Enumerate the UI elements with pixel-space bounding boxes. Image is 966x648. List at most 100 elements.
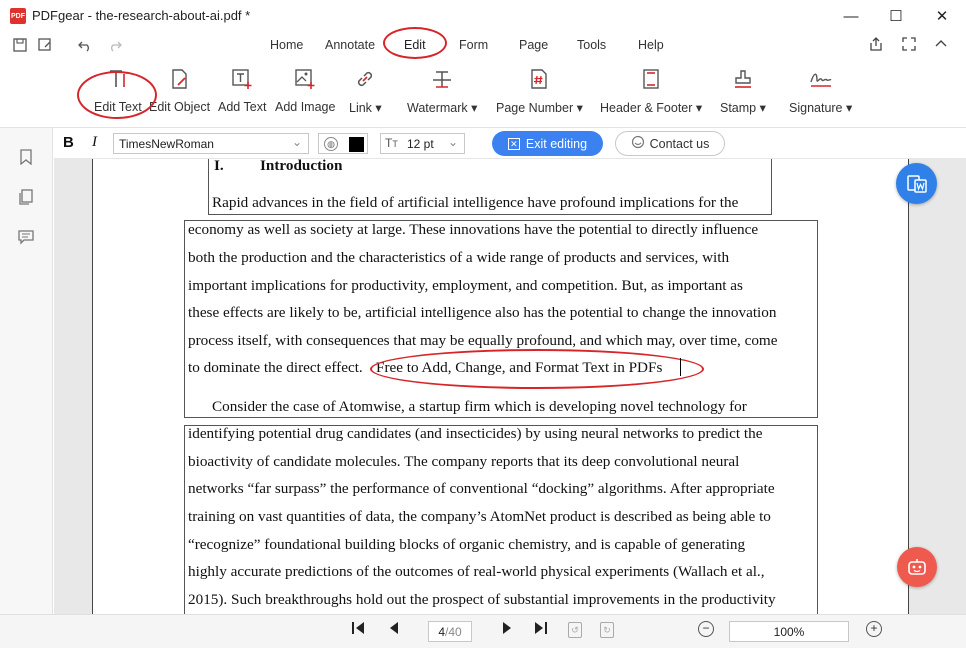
chevron-down-icon: ⌄	[447, 135, 458, 149]
zoom-in-button[interactable]: +	[866, 621, 882, 637]
next-page-icon	[503, 622, 511, 634]
signature-icon	[809, 66, 833, 92]
chevron-down-icon: ⌄	[291, 135, 302, 149]
signature-label: Signature ▾	[789, 101, 853, 115]
tab-tools[interactable]: Tools	[577, 38, 606, 52]
fullscreen-icon[interactable]	[902, 37, 916, 54]
window-title: PDFgear - the-research-about-ai.pdf *	[32, 8, 251, 23]
undo-icon[interactable]	[77, 37, 93, 53]
previous-page-button[interactable]	[387, 620, 401, 641]
first-page-button[interactable]	[350, 620, 366, 641]
inserted-text-highlight-circle	[370, 349, 704, 389]
convert-word-icon	[906, 174, 927, 193]
stamp-button[interactable]: Stamp ▾	[720, 66, 766, 115]
header-footer-button[interactable]: Header & Footer ▾	[600, 66, 702, 115]
comments-icon[interactable]	[17, 228, 35, 246]
header-footer-icon	[639, 66, 663, 92]
text-color-swatch	[349, 137, 364, 152]
edit-object-label: Edit Object	[149, 100, 211, 114]
save-icon[interactable]	[12, 37, 28, 53]
add-text-button[interactable]: Add Text	[218, 66, 266, 114]
redo-icon[interactable]	[107, 37, 123, 53]
next-page-button[interactable]	[500, 620, 514, 641]
paragraph-line: training on vast quantities of data, the…	[188, 508, 771, 525]
page-number-icon	[527, 66, 551, 92]
tab-annotate[interactable]: Annotate	[325, 38, 375, 52]
edit-object-button[interactable]: Edit Object	[149, 66, 210, 114]
heading-title: Introduction	[260, 159, 343, 174]
convert-to-word-button[interactable]	[896, 163, 937, 204]
paragraph-line: highly accurate predictions of the outco…	[188, 563, 765, 580]
contact-us-label: Contact us	[649, 136, 710, 151]
ai-assistant-button[interactable]	[897, 547, 937, 587]
paragraph-line: bioactivity of candidate molecules. The …	[188, 453, 740, 470]
close-button[interactable]: ✕	[919, 0, 965, 32]
add-image-icon	[293, 66, 317, 92]
font-family-select[interactable]: TimesNewRoman ⌄	[113, 133, 309, 154]
watermark-button[interactable]: Watermark ▾	[407, 66, 477, 115]
font-family-value: TimesNewRoman	[119, 137, 214, 151]
minimize-button[interactable]: —	[828, 0, 874, 32]
current-page: 4	[438, 624, 445, 639]
exit-editing-label: Exit editing	[525, 136, 588, 151]
tab-page[interactable]: Page	[519, 38, 548, 52]
contact-us-button[interactable]: Contact us	[615, 131, 725, 156]
paragraph-line: networks “far surpass” the performance o…	[188, 480, 775, 497]
text-color-picker[interactable]: ◍	[318, 133, 368, 154]
page-number-button[interactable]: Page Number ▾	[496, 66, 583, 115]
paragraph-line: Consider the case of Atomwise, a startup…	[212, 398, 747, 415]
link-label: Link ▾	[349, 101, 382, 115]
add-text-label: Add Text	[218, 100, 267, 114]
stamp-icon	[731, 66, 755, 92]
next-view-icon[interactable]: ↻	[600, 622, 614, 638]
italic-button[interactable]: I	[92, 134, 97, 151]
watermark-label: Watermark ▾	[407, 101, 478, 115]
robot-icon	[908, 559, 926, 575]
exit-editing-button[interactable]: ✕ Exit editing	[492, 131, 603, 156]
thumbnails-icon[interactable]	[17, 188, 35, 206]
first-page-icon	[352, 622, 364, 634]
heading-number: I.	[214, 159, 224, 174]
paragraph-line: economy as well as society at large. The…	[188, 221, 759, 238]
paragraph-line: process itself, with consequences that m…	[188, 332, 778, 349]
app-logo: PDF	[10, 8, 26, 24]
font-size-icon: TT	[385, 136, 398, 150]
paragraph-line: 2015). Such breakthroughs hold out the p…	[188, 591, 776, 608]
share-icon[interactable]	[869, 37, 885, 54]
stamp-label: Stamp ▾	[720, 101, 766, 115]
paragraph-line: both the production and the characterist…	[188, 249, 730, 266]
tab-help[interactable]: Help	[638, 38, 664, 52]
collapse-ribbon-icon[interactable]	[934, 37, 948, 54]
headset-icon	[631, 135, 645, 152]
add-image-button[interactable]: Add Image	[275, 66, 335, 114]
paragraph-line: to dominate the direct effect.	[188, 359, 363, 376]
paragraph-line: identifying potential drug candidates (a…	[188, 425, 763, 442]
zoom-level-input[interactable]: 100%	[729, 621, 849, 642]
bookmark-icon[interactable]	[17, 148, 35, 166]
header-footer-label: Header & Footer ▾	[600, 101, 703, 115]
signature-button[interactable]: Signature ▾	[789, 66, 852, 115]
save-as-icon[interactable]	[37, 37, 53, 53]
tab-form[interactable]: Form	[459, 38, 488, 52]
watermark-icon	[430, 66, 454, 92]
link-button[interactable]: Link ▾	[349, 66, 382, 115]
last-page-button[interactable]	[533, 620, 549, 641]
maximize-button[interactable]: ☐	[873, 0, 919, 32]
zoom-out-button[interactable]: −	[698, 621, 714, 637]
edit-tab-highlight-circle	[383, 27, 447, 59]
tab-home[interactable]: Home	[270, 38, 303, 52]
font-size-value: 12 pt	[407, 137, 434, 151]
left-sidebar	[0, 128, 53, 648]
paragraph-line: important implications for productivity,…	[188, 277, 743, 294]
previous-view-icon[interactable]: ↺	[568, 622, 582, 638]
paragraph-line: “recognize” foundational building blocks…	[188, 536, 746, 553]
page-number-label: Page Number ▾	[496, 101, 583, 115]
last-page-icon	[535, 622, 547, 634]
edit-text-highlight-circle	[77, 71, 157, 119]
bold-button[interactable]: B	[63, 134, 74, 151]
edit-object-icon	[168, 66, 192, 92]
paragraph-line: these effects are likely to be, artifici…	[188, 304, 777, 321]
total-pages: /40	[445, 624, 462, 639]
page-number-input[interactable]: 4/40	[428, 621, 472, 642]
font-size-select[interactable]: TT 12 pt ⌄	[380, 133, 465, 154]
